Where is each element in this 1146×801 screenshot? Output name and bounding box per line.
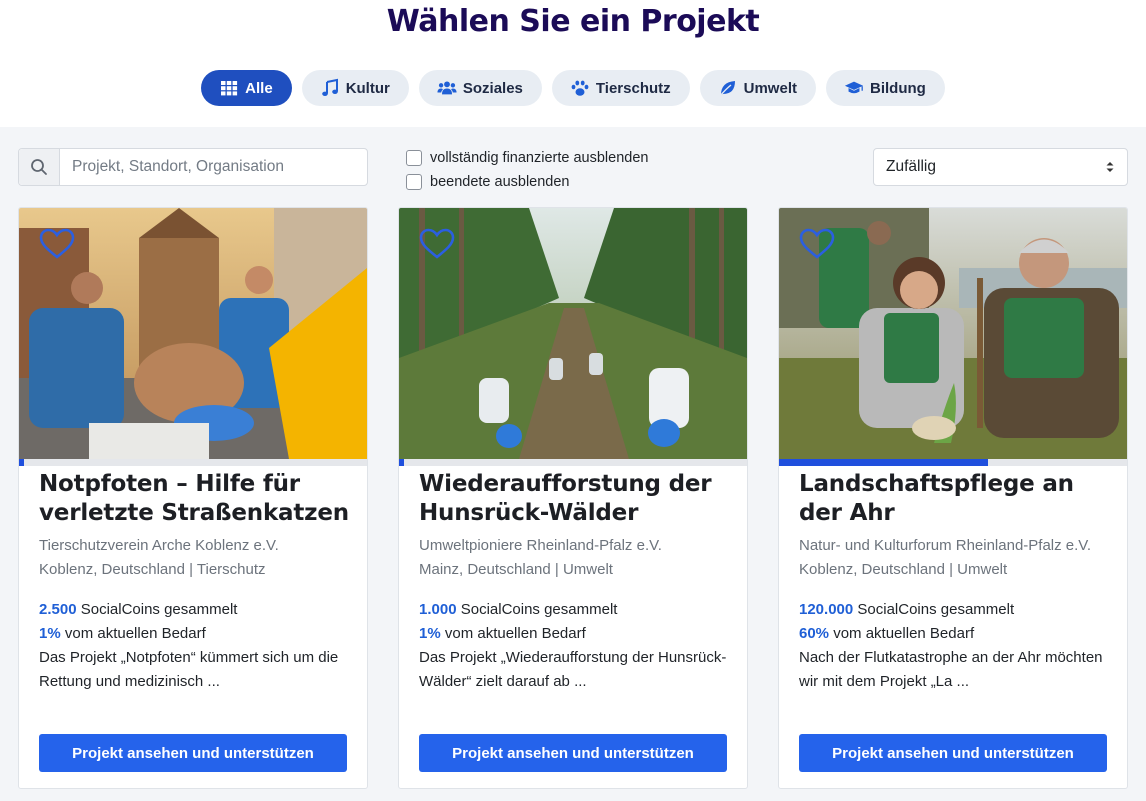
filter-chip-tierschutz[interactable]: Tierschutz: [551, 70, 690, 106]
hide-ended-checkbox[interactable]: [406, 174, 422, 190]
coins-label: SocialCoins gesammelt: [80, 601, 238, 618]
percent-value: 1%: [39, 625, 61, 642]
hide-funded-label: vollständig finanzierte ausblenden: [430, 150, 649, 166]
project-stats: 2.500 SocialCoins gesammelt 1% vom aktue…: [39, 598, 351, 646]
filter-chip-alle[interactable]: Alle: [201, 70, 292, 106]
project-image[interactable]: [779, 208, 1127, 459]
project-title[interactable]: Notpfoten – Hilfe für verletzte Straßenk…: [39, 470, 351, 528]
project-description: Das Projekt „Wiederaufforstung der Hunsr…: [419, 649, 727, 690]
percent-label: vom aktuellen Bedarf: [833, 625, 975, 642]
project-card: Notpfoten – Hilfe für verletzte Straßenk…: [18, 207, 368, 789]
select-caret-icon: [1106, 162, 1114, 172]
filter-chip-kultur[interactable]: Kultur: [301, 70, 409, 106]
filter-chip-soziales[interactable]: Soziales: [418, 70, 542, 106]
search-input[interactable]: [60, 149, 367, 185]
project-card: Landschaftspflege an der Ahr Natur- und …: [778, 207, 1128, 789]
project-location-category: Mainz, Deutschland | Umwelt: [419, 561, 613, 578]
project-organization: Tierschutzverein Arche Koblenz e.V.: [39, 537, 279, 554]
project-organization: Umweltpioniere Rheinland-Pfalz e.V.: [419, 537, 662, 554]
leaf-icon: [719, 81, 735, 97]
page-title: Wählen Sie ein Projekt: [386, 4, 760, 39]
funding-progress-fill: [19, 459, 25, 466]
funding-progress-fill: [779, 459, 988, 466]
percent-label: vom aktuellen Bedarf: [444, 625, 586, 642]
project-location-category: Koblenz, Deutschland | Umwelt: [799, 561, 1008, 578]
funding-progress-bar: [779, 459, 1127, 466]
project-description: Das Projekt „Notpfoten“ kümmert sich um …: [39, 649, 339, 690]
filter-chip-label: Umwelt: [743, 79, 797, 97]
card-body: Landschaftspflege an der Ahr Natur- und …: [799, 470, 1111, 694]
graduation-cap-icon: [844, 81, 864, 94]
coins-label: SocialCoins gesammelt: [460, 601, 618, 618]
funding-progress-bar: [399, 459, 747, 466]
card-body: Notpfoten – Hilfe für verletzte Straßenk…: [39, 470, 351, 694]
filter-chip-umwelt[interactable]: Umwelt: [699, 70, 816, 106]
view-project-button[interactable]: Projekt ansehen und unterstützen: [419, 734, 727, 772]
funding-progress-bar: [19, 459, 367, 466]
coins-value: 1.000: [419, 601, 457, 618]
coins-label: SocialCoins gesammelt: [857, 601, 1015, 618]
project-title[interactable]: Wiederaufforstung der Hunsrück-Wälder: [419, 470, 731, 528]
paw-icon: [571, 80, 589, 96]
sort-select[interactable]: Zufällig: [873, 148, 1128, 186]
percent-value: 1%: [419, 625, 441, 642]
hide-funded-checkbox[interactable]: [406, 150, 422, 166]
project-description: Nach der Flutkatastrophe an der Ahr möch…: [799, 649, 1103, 690]
hide-ended-label: beendete ausblenden: [430, 174, 570, 190]
project-title[interactable]: Landschaftspflege an der Ahr: [799, 470, 1111, 528]
coins-value: 120.000: [799, 601, 854, 618]
project-stats: 120.000 SocialCoins gesammelt 60% vom ak…: [799, 598, 1111, 646]
search-box: [18, 148, 368, 186]
filter-chip-bildung[interactable]: Bildung: [825, 70, 945, 106]
view-project-button[interactable]: Projekt ansehen und unterstützen: [39, 734, 347, 772]
filter-chip-label: Alle: [245, 79, 273, 97]
percent-value: 60%: [799, 625, 830, 642]
project-image[interactable]: [399, 208, 747, 459]
project-card: Wiederaufforstung der Hunsrück-Wälder Um…: [398, 207, 748, 789]
card-body: Wiederaufforstung der Hunsrück-Wälder Um…: [419, 470, 731, 694]
visibility-options: vollständig finanzierte ausblenden beend…: [406, 146, 648, 194]
project-organization: Natur- und Kulturforum Rheinland-Pfalz e…: [799, 537, 1092, 554]
filter-chip-label: Soziales: [462, 79, 523, 97]
users-icon: [437, 81, 457, 95]
grid-icon: [221, 81, 238, 96]
category-filter-bar: Alle Kultur Soziales Tierschutz Umwelt B…: [0, 70, 1146, 106]
search-icon: [19, 149, 60, 185]
music-icon: [321, 78, 338, 96]
filter-chip-label: Tierschutz: [595, 79, 671, 97]
favorite-heart-icon[interactable]: [419, 228, 455, 260]
percent-label: vom aktuellen Bedarf: [64, 625, 206, 642]
hide-funded-option[interactable]: vollständig finanzierte ausblenden: [406, 146, 648, 170]
favorite-heart-icon[interactable]: [39, 228, 75, 260]
coins-value: 2.500: [39, 601, 77, 618]
filter-chip-label: Kultur: [345, 79, 390, 97]
sort-select-value: Zufällig: [886, 158, 936, 175]
view-project-button[interactable]: Projekt ansehen und unterstützen: [799, 734, 1107, 772]
project-stats: 1.000 SocialCoins gesammelt 1% vom aktue…: [419, 598, 731, 646]
funding-progress-fill: [399, 459, 405, 466]
project-location-category: Koblenz, Deutschland | Tierschutz: [39, 561, 266, 578]
filter-chip-label: Bildung: [869, 79, 926, 97]
project-image[interactable]: [19, 208, 367, 459]
hide-ended-option[interactable]: beendete ausblenden: [406, 170, 648, 194]
favorite-heart-icon[interactable]: [799, 228, 835, 260]
